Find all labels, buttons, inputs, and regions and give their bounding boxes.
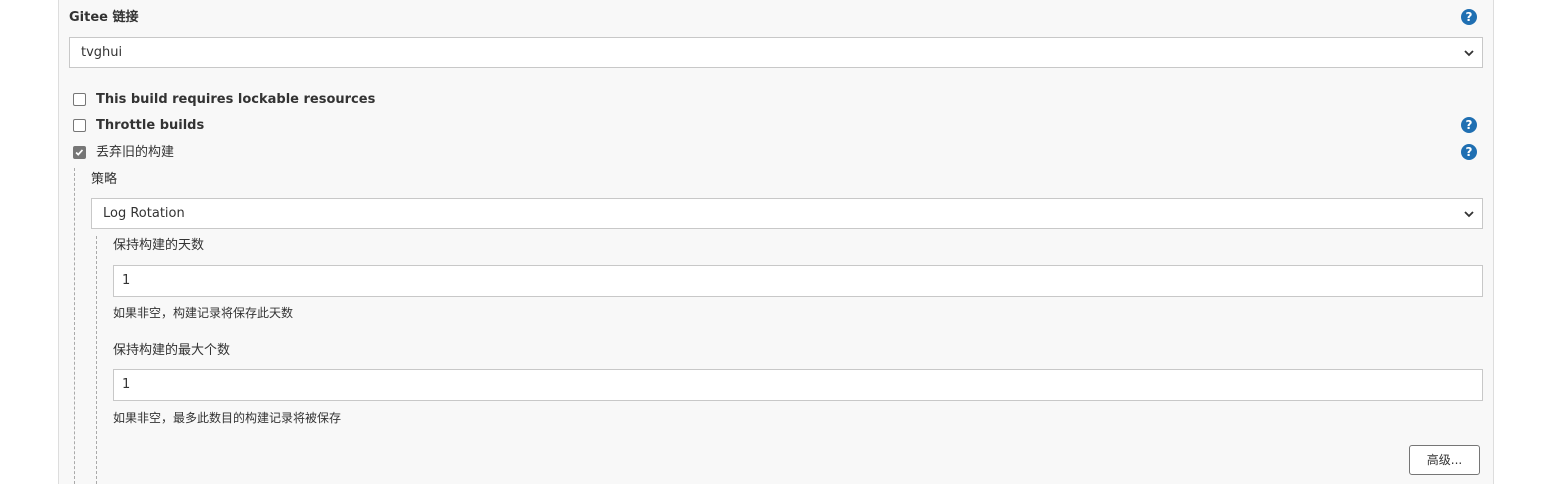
help-icon[interactable]: ? [1461, 9, 1477, 25]
throttle-builds-label: Throttle builds [96, 118, 205, 133]
num-to-keep-label: 保持构建的最大个数 [113, 343, 231, 358]
help-icon[interactable]: ? [1461, 144, 1477, 160]
gitee-connection-value: tvghui [81, 45, 123, 60]
discard-old-builds-checkbox[interactable] [73, 146, 86, 159]
days-to-keep-hint: 如果非空，构建记录将保存此天数 [113, 306, 294, 320]
config-panel: Gitee 链接 ? tvghui This build requires lo… [58, 0, 1494, 484]
chevron-down-icon [1464, 50, 1474, 57]
subsection-guide-line [96, 236, 97, 484]
lockable-resources-checkbox[interactable] [73, 93, 86, 106]
num-to-keep-input[interactable]: 1 [113, 369, 1483, 401]
section-guide-line [74, 168, 75, 484]
gitee-link-label: Gitee 链接 [69, 10, 139, 25]
throttle-builds-checkbox[interactable] [73, 119, 86, 132]
days-to-keep-input[interactable]: 1 [113, 265, 1483, 297]
strategy-label: 策略 [91, 172, 118, 187]
strategy-select[interactable]: Log Rotation [91, 198, 1483, 229]
advanced-button[interactable]: 高级... [1409, 445, 1480, 475]
help-icon[interactable]: ? [1461, 117, 1477, 133]
lockable-resources-label: This build requires lockable resources [96, 92, 376, 107]
checkmark-icon [75, 149, 84, 156]
strategy-value: Log Rotation [103, 206, 185, 221]
chevron-down-icon [1464, 211, 1474, 218]
num-to-keep-hint: 如果非空，最多此数目的构建记录将被保存 [113, 411, 342, 425]
days-to-keep-label: 保持构建的天数 [113, 238, 205, 253]
gitee-connection-select[interactable]: tvghui [69, 37, 1483, 68]
discard-old-builds-label: 丢弃旧的构建 [96, 145, 175, 160]
